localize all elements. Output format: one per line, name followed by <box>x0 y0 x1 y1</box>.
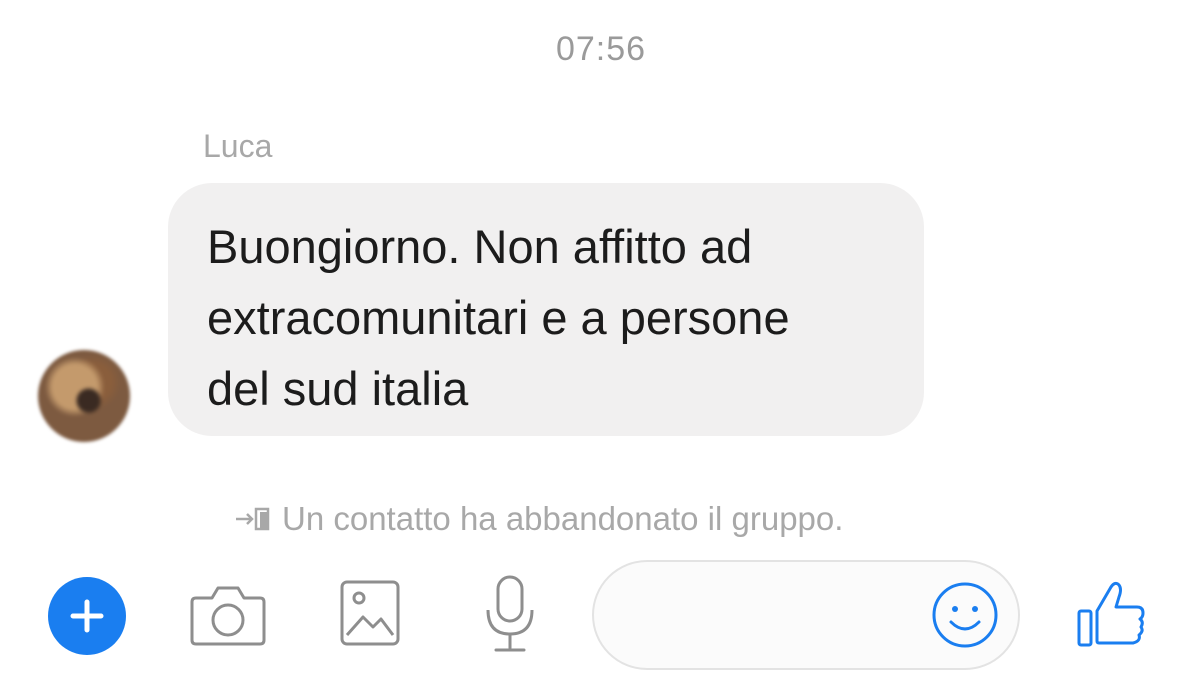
message-bubble[interactable]: Buongiorno. Non affitto ad extracomunita… <box>168 183 924 436</box>
message-line: del sud italia <box>207 362 469 415</box>
message-line: Buongiorno. Non affitto ad <box>207 220 753 273</box>
leave-group-icon <box>236 507 270 531</box>
voice-button[interactable] <box>478 574 542 656</box>
smiley-icon <box>932 582 998 648</box>
message-timestamp: 07:56 <box>555 30 647 68</box>
add-button[interactable] <box>48 577 126 655</box>
sender-name: Luca <box>203 128 273 164</box>
message-input[interactable] <box>626 592 930 642</box>
camera-button[interactable] <box>188 580 268 650</box>
avatar[interactable] <box>38 350 130 442</box>
image-icon <box>340 580 400 646</box>
like-button[interactable] <box>1070 576 1152 654</box>
message-text: Buongiorno. Non affitto ad extracomunita… <box>207 211 886 424</box>
thumbs-up-icon <box>1077 581 1145 647</box>
group-left-notice: Un contatto ha abbandonato il gruppo. <box>234 500 843 538</box>
plus-icon <box>70 599 104 633</box>
emoji-button[interactable] <box>930 580 1000 650</box>
group-left-text: Un contatto ha abbandonato il gruppo. <box>282 500 844 537</box>
message-line: extracomunitari e a persone <box>207 291 790 344</box>
gallery-button[interactable] <box>338 578 402 648</box>
chat-screen: 07:56 Luca Buongiorno. Non affitto ad ex… <box>0 0 1202 676</box>
camera-icon <box>190 586 266 646</box>
microphone-icon <box>486 575 534 652</box>
